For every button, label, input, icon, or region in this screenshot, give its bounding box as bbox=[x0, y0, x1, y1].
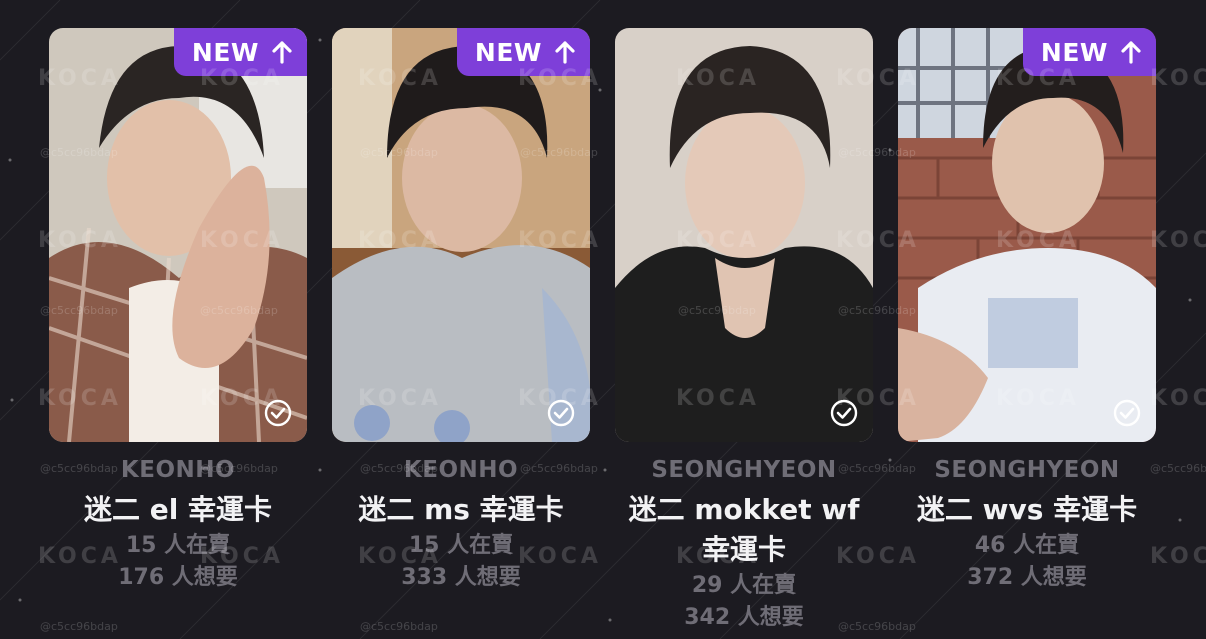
artist-name: KEONHO bbox=[120, 457, 236, 483]
new-badge: NEW bbox=[173, 28, 307, 76]
new-badge-label: NEW bbox=[1040, 37, 1108, 67]
card-column: SEONGHYEON 迷二 mokket wf 幸運卡 29 人在賣 342 人… bbox=[615, 28, 873, 634]
wanted-count: 333 人想要 bbox=[401, 565, 521, 590]
selling-count: 15 人在賣 bbox=[408, 533, 514, 558]
photocard[interactable]: NEW bbox=[898, 28, 1156, 442]
photocard[interactable] bbox=[615, 28, 873, 442]
watermark-logo: KOCA bbox=[1150, 228, 1206, 253]
photo-image bbox=[332, 28, 590, 442]
photo-image bbox=[898, 28, 1156, 442]
watermark-id: @c5cc96bdap bbox=[40, 620, 118, 633]
artist-name: SEONGHYEON bbox=[651, 457, 837, 483]
watermark-logo: KOCA bbox=[1150, 544, 1206, 569]
wanted-count: 342 人想要 bbox=[684, 605, 804, 630]
selling-count: 29 人在賣 bbox=[691, 573, 797, 598]
artist-name: KEONHO bbox=[403, 457, 519, 483]
check-circle-icon[interactable] bbox=[546, 398, 576, 428]
new-badge-label: NEW bbox=[191, 37, 259, 67]
wanted-count: 176 人想要 bbox=[118, 565, 238, 590]
photo-image bbox=[49, 28, 307, 442]
artist-name: SEONGHYEON bbox=[934, 457, 1120, 483]
wanted-count: 372 人想要 bbox=[967, 565, 1087, 590]
arrow-up-icon bbox=[272, 41, 292, 64]
selling-count: 46 人在賣 bbox=[974, 533, 1080, 558]
watermark-logo: KOCA bbox=[1150, 386, 1206, 411]
photocard[interactable]: NEW bbox=[49, 28, 307, 442]
check-circle-icon[interactable] bbox=[263, 398, 293, 428]
photocard[interactable]: NEW bbox=[332, 28, 590, 442]
watermark-logo: KOCA bbox=[1150, 66, 1206, 91]
new-badge: NEW bbox=[1022, 28, 1156, 76]
arrow-up-icon bbox=[1121, 41, 1141, 64]
check-circle-icon[interactable] bbox=[829, 398, 859, 428]
watermark-id: @c5cc96bdap bbox=[360, 620, 438, 633]
watermark-id: @c5cc96bdap bbox=[1150, 462, 1206, 475]
arrow-up-icon bbox=[555, 41, 575, 64]
card-title[interactable]: 迷二 mokket wf 幸運卡 bbox=[615, 490, 873, 570]
selling-count: 15 人在賣 bbox=[125, 533, 231, 558]
new-badge-label: NEW bbox=[474, 37, 542, 67]
card-title[interactable]: 迷二 ms 幸運卡 bbox=[332, 490, 590, 530]
photo-image bbox=[615, 28, 873, 442]
new-badge: NEW bbox=[456, 28, 590, 76]
card-column: NEW KEONHO 迷二 ms 幸運卡 15 人在賣 333 人想要 bbox=[332, 28, 590, 594]
card-column: NEW KEONHO 迷二 el 幸運卡 15 人在賣 176 人想要 bbox=[49, 28, 307, 594]
card-title[interactable]: 迷二 el 幸運卡 bbox=[49, 490, 307, 530]
check-circle-icon[interactable] bbox=[1112, 398, 1142, 428]
card-column: NEW SEONGHYEON 迷二 wvs 幸運卡 46 人在賣 372 人想要 bbox=[898, 28, 1156, 594]
card-title[interactable]: 迷二 wvs 幸運卡 bbox=[898, 490, 1156, 530]
